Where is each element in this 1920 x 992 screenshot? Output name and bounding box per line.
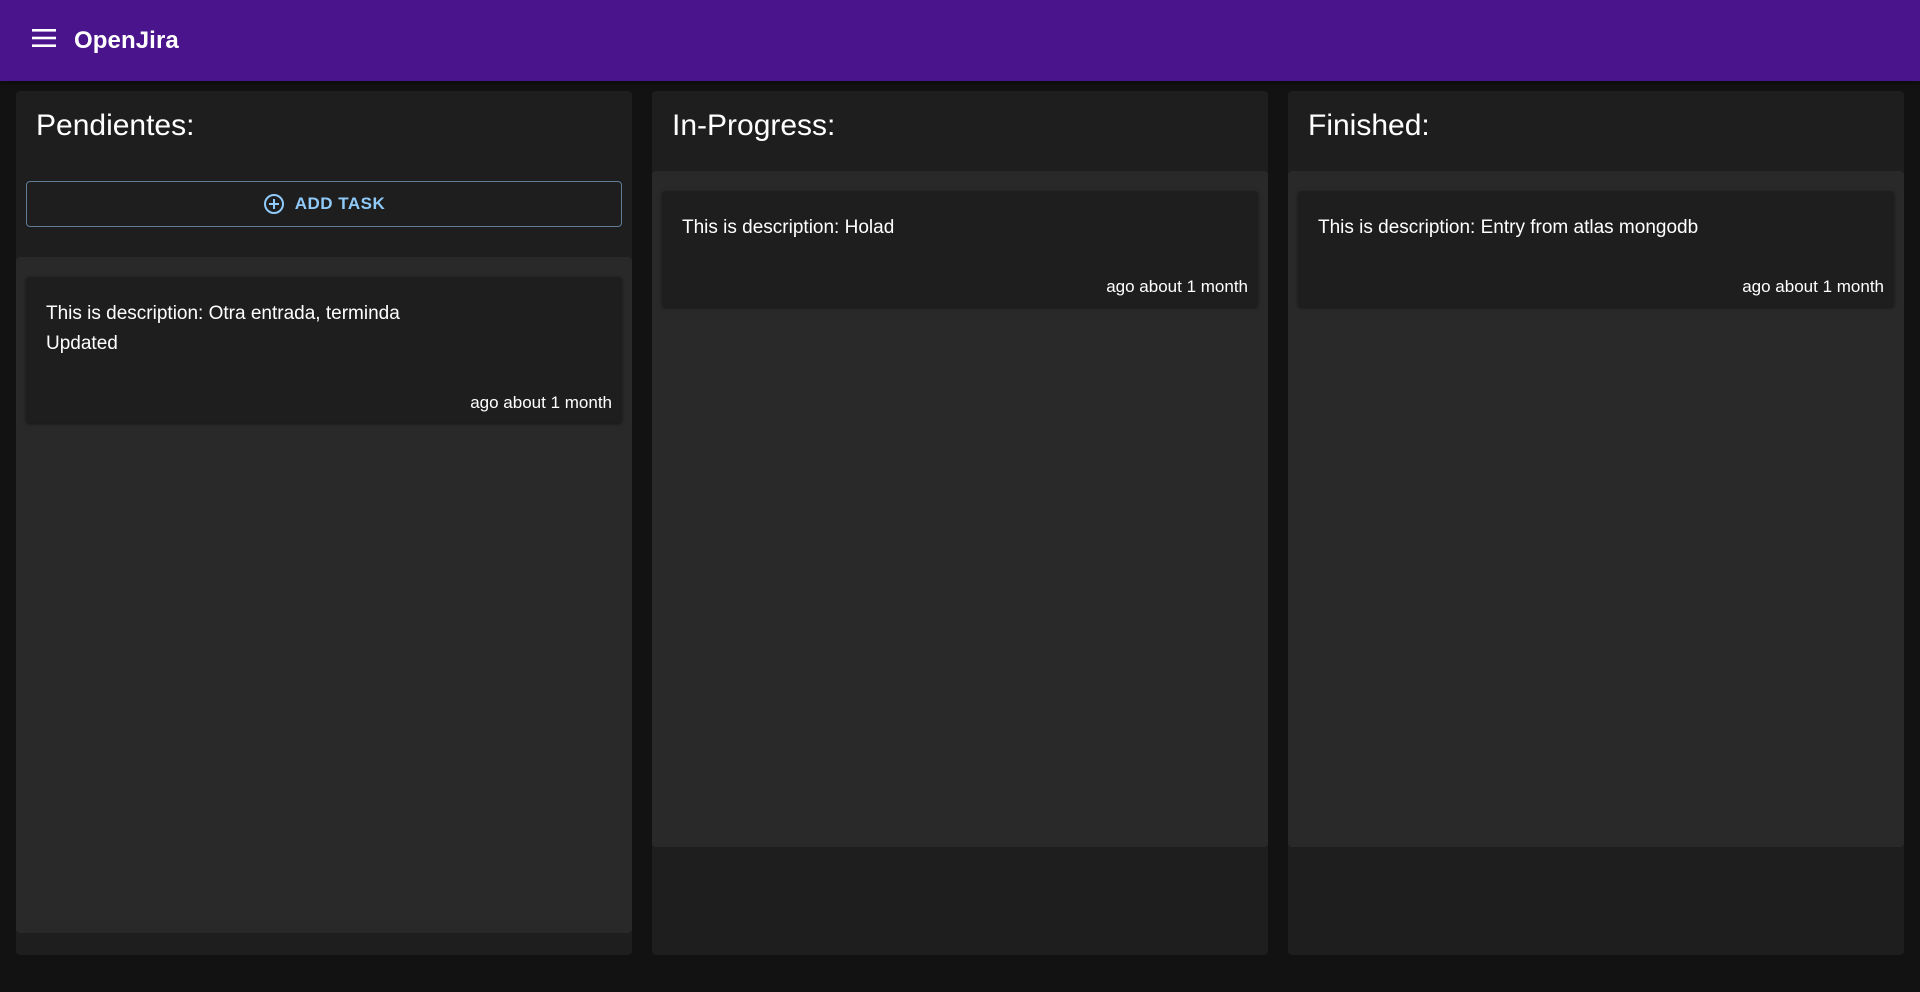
entry-description: This is description: Otra entrada, termi… [46, 303, 400, 354]
add-circle-icon [263, 193, 285, 215]
entry-card[interactable]: This is description: Otra entrada, termi… [26, 277, 622, 423]
column-header: In-Progress: [672, 109, 836, 142]
column-header: Finished: [1308, 109, 1430, 142]
entry-list: This is description: Otra entrada, termi… [16, 257, 632, 933]
entry-description: This is description: Holad [682, 217, 895, 238]
menu-icon [32, 28, 58, 53]
entry-card[interactable]: This is description: Entry from atlas mo… [1298, 191, 1894, 307]
column-header: Pendientes: [36, 109, 195, 142]
add-task-label: ADD TASK [294, 194, 386, 213]
entry-time: ago about 1 month [470, 393, 612, 412]
column-pendientes: Pendientes: ADD TASK This is description… [16, 91, 632, 955]
entry-list: This is description: Holad ago about 1 m… [652, 171, 1268, 847]
entry-description: This is description: Entry from atlas mo… [1318, 217, 1699, 238]
entry-list: This is description: Entry from atlas mo… [1288, 171, 1904, 847]
entry-time: ago about 1 month [1742, 277, 1884, 296]
app-bar: OpenJira [0, 0, 1920, 81]
entry-card[interactable]: This is description: Holad ago about 1 m… [662, 191, 1258, 307]
entry-time: ago about 1 month [1106, 277, 1248, 296]
column-finished: Finished: This is description: Entry fro… [1288, 91, 1904, 955]
app-title: OpenJira [74, 26, 179, 54]
menu-button[interactable] [21, 17, 69, 65]
column-in-progress: In-Progress: This is description: Holad … [652, 91, 1268, 955]
add-task-button[interactable]: ADD TASK [26, 181, 622, 227]
